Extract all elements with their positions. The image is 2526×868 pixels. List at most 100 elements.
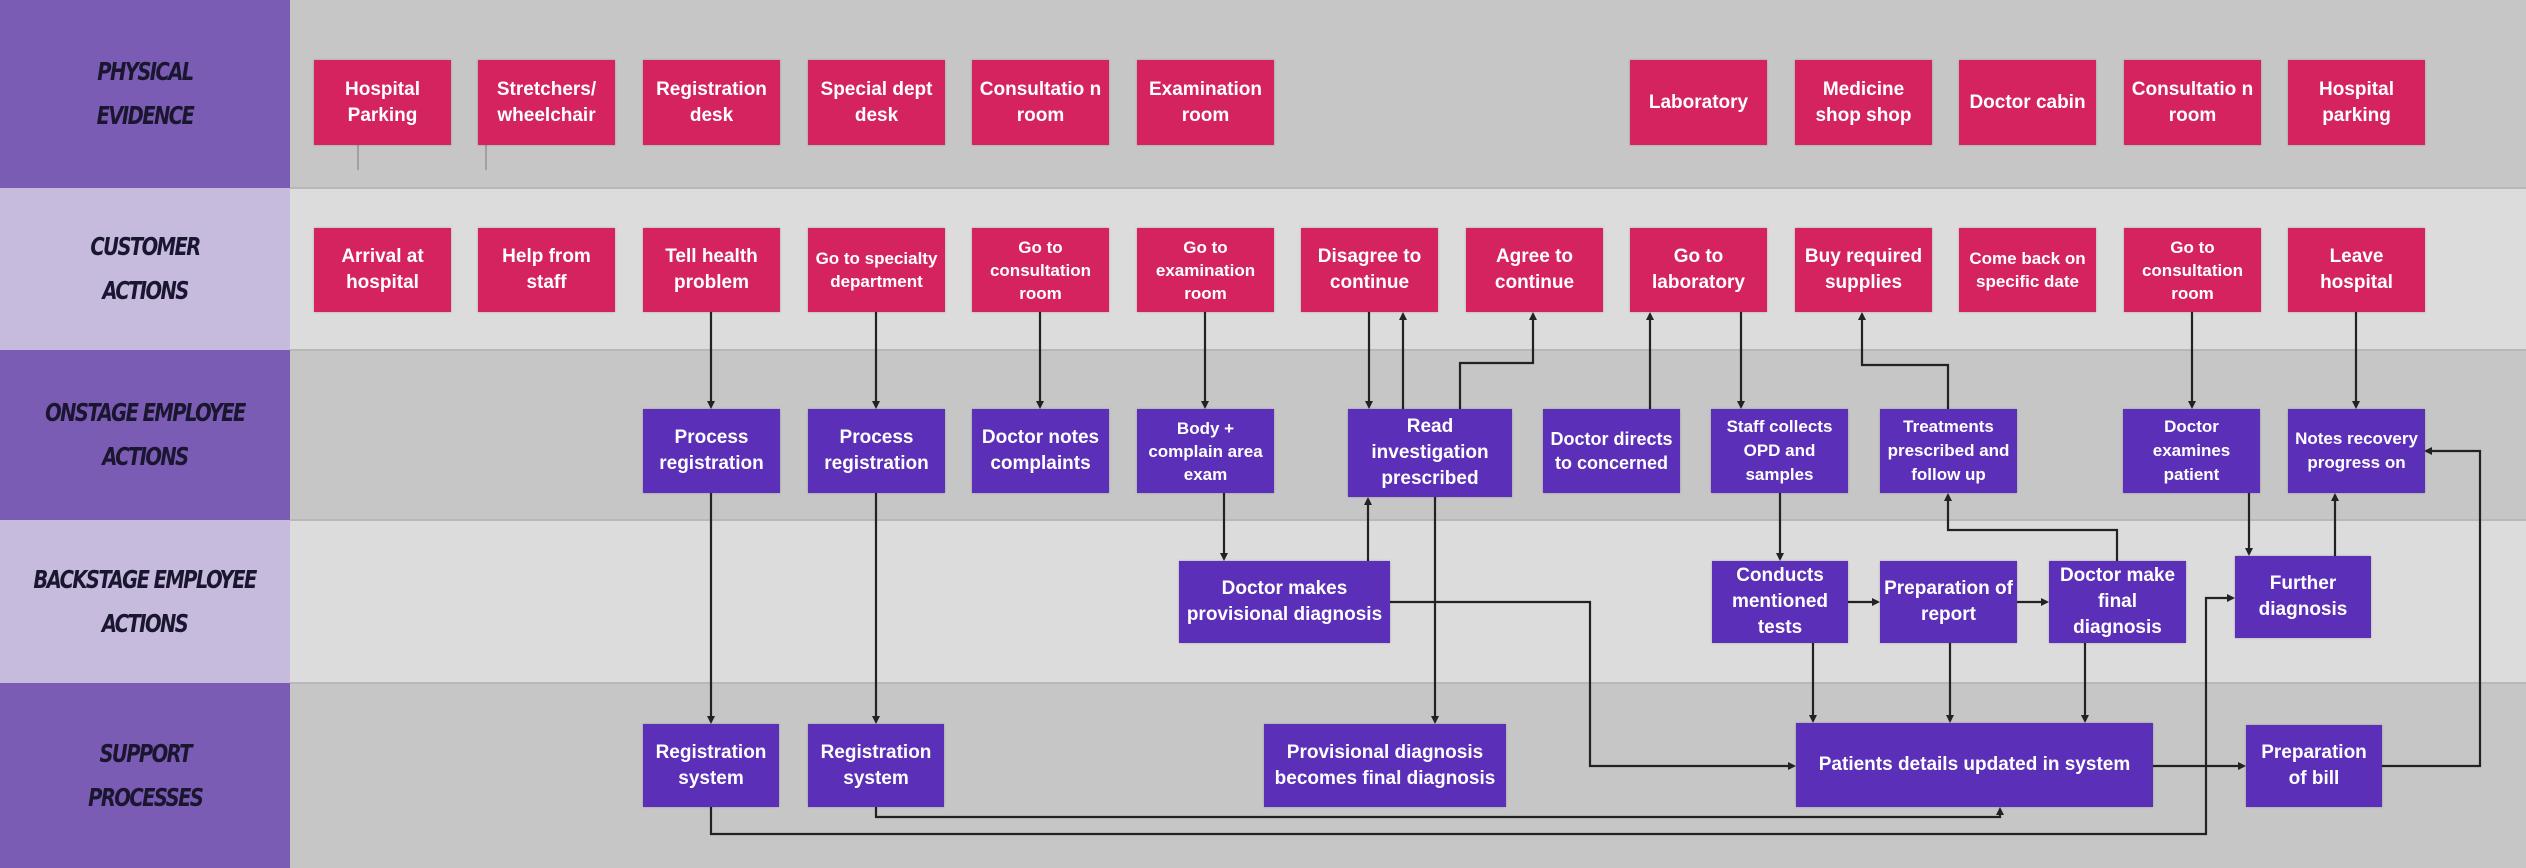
backstage-doctor-final-diagnosis[interactable]: Doctor make final diagnosis [2049, 561, 2186, 643]
box-label: Disagree to continue [1317, 246, 1422, 293]
box-label: Medicine shop shop [1815, 78, 1912, 126]
box-label: Doctor make final diagnosis [2059, 565, 2176, 638]
physical-evidence-doctor-cabin[interactable]: Doctor cabin [1959, 60, 2096, 145]
onstage-treatments-prescribed[interactable]: Treatments prescribed and follow up [1880, 409, 2017, 493]
box-label: Body + complain area exam [1148, 418, 1263, 484]
box-label: Arrival at hospital [341, 246, 424, 293]
support-registration-system-2[interactable]: Registration system [808, 724, 944, 807]
onstage-body-exam[interactable]: Body + complain area exam [1137, 409, 1274, 493]
lane-divider [290, 682, 2526, 684]
support-registration-system[interactable]: Registration system [643, 724, 779, 807]
customer-action-arrival[interactable]: Arrival at hospital [314, 228, 451, 312]
onstage-notes-recovery[interactable]: Notes recovery progress on [2288, 409, 2425, 493]
physical-evidence-registration-desk[interactable]: Registration desk [643, 60, 780, 145]
lane-label-text: Customer Actions [90, 232, 201, 305]
physical-evidence-consultation-room[interactable]: Consultatio n room [972, 60, 1109, 145]
box-label: Tell health problem [665, 246, 758, 293]
lane-label-text: Onstage Employee Actions [45, 398, 246, 471]
lane-label: Backstage Employee Actions [0, 520, 290, 683]
box-label: Notes recovery progress on [2295, 429, 2418, 472]
customer-action-go-to-laboratory[interactable]: Go to laboratory [1630, 228, 1767, 312]
lane-label: Customer Actions [0, 188, 290, 350]
lane-label-text: Physical Evidence [96, 57, 195, 130]
customer-action-go-to-examination[interactable]: Go to examination room [1137, 228, 1274, 312]
lane-background [290, 520, 2526, 683]
onstage-read-investigation[interactable]: Read investigation prescribed [1348, 409, 1512, 497]
box-label: Stretchers/ wheelchair [496, 78, 597, 126]
box-label: Doctor cabin [1969, 91, 2086, 113]
backstage-further-diagnosis[interactable]: Further diagnosis [2235, 556, 2371, 638]
physical-evidence-examination-room[interactable]: Examination room [1137, 60, 1274, 145]
physical-evidence-hospital-parking-2[interactable]: Hospital parking [2288, 60, 2425, 145]
box-label: Staff collects OPD and samples [1726, 417, 1833, 484]
box-label: Doctor notes complaints [981, 427, 1100, 474]
customer-action-go-to-specialty[interactable]: Go to specialty department [808, 228, 945, 312]
onstage-doctor-directs[interactable]: Doctor directs to concerned [1543, 409, 1680, 493]
box-label: Hospital Parking [345, 78, 420, 126]
customer-action-tell-health-problem[interactable]: Tell health problem [643, 228, 780, 312]
backstage-preparation-of-report[interactable]: Preparation of report [1880, 561, 2017, 643]
box-label: Agree to continue [1494, 246, 1575, 293]
onstage-doctor-examines[interactable]: Doctor examines patient [2123, 409, 2260, 493]
box-label: Special dept desk [820, 78, 933, 126]
box-label: Provisional diagnosis becomes final diag… [1274, 741, 1496, 789]
lane-label: Support Processes [0, 683, 290, 868]
box-label: Registration system [655, 741, 767, 789]
lane-divider [290, 519, 2526, 521]
physical-evidence-stretchers[interactable]: Stretchers/ wheelchair [478, 60, 615, 145]
box-label: Conducts mentioned tests [1731, 565, 1829, 638]
customer-action-go-to-consultation-2[interactable]: Go to consultation room [2124, 228, 2261, 312]
box-label: Treatments prescribed and follow up [1887, 417, 2010, 484]
box-label: Doctor examines patient [2152, 417, 2231, 484]
box-label: Read investigation prescribed [1371, 416, 1489, 489]
physical-evidence-medicine-shop[interactable]: Medicine shop shop [1795, 60, 1932, 145]
customer-action-go-to-consultation[interactable]: Go to consultation room [972, 228, 1109, 312]
backstage-conducts-tests[interactable]: Conducts mentioned tests [1712, 561, 1848, 643]
physical-evidence-hospital-parking[interactable]: Hospital Parking [314, 60, 451, 145]
support-provisional-becomes-final[interactable]: Provisional diagnosis becomes final diag… [1264, 724, 1506, 807]
box-label: Help from staff [502, 246, 591, 293]
customer-action-leave-hospital[interactable]: Leave hospital [2288, 228, 2425, 312]
box-label: Leave hospital [2320, 246, 2393, 293]
box-label: Preparation of bill [2261, 742, 2367, 789]
box-label: Doctor makes provisional diagnosis [1186, 578, 1383, 625]
box-label: Hospital parking [2319, 78, 2394, 126]
box-label: Doctor directs to concerned [1550, 429, 1673, 473]
customer-action-help-from-staff[interactable]: Help from staff [478, 228, 615, 312]
lane-label: Physical Evidence [0, 0, 290, 188]
box-label: Buy required supplies [1804, 246, 1923, 293]
physical-evidence-special-dept-desk[interactable]: Special dept desk [808, 60, 945, 145]
support-preparation-of-bill[interactable]: Preparation of bill [2246, 725, 2382, 807]
box-label: Go to consultation room [989, 237, 1092, 303]
box-label: Consultatio n room [979, 78, 1102, 126]
lane-divider [290, 349, 2526, 351]
box-label: Preparation of report [1884, 578, 2013, 625]
lane-label-text: Backstage Employee Actions [33, 564, 258, 638]
onstage-process-registration-2[interactable]: Process registration [808, 409, 945, 493]
box-label: Further diagnosis [2258, 573, 2348, 620]
physical-evidence-laboratory[interactable]: Laboratory [1630, 60, 1767, 145]
box-label: Patients details updated in system [1818, 754, 2131, 775]
onstage-staff-collects[interactable]: Staff collects OPD and samples [1711, 409, 1848, 493]
onstage-process-registration[interactable]: Process registration [643, 409, 780, 493]
box-label: Process registration [824, 427, 929, 474]
customer-action-disagree[interactable]: Disagree to continue [1301, 228, 1438, 312]
physical-evidence-consultation-room-2[interactable]: Consultatio n room [2124, 60, 2261, 145]
onstage-doctor-notes-complaints[interactable]: Doctor notes complaints [972, 409, 1109, 493]
box-label: Laboratory [1648, 91, 1749, 113]
box-label: Go to consultation room [2141, 237, 2244, 303]
box-label: Process registration [659, 427, 764, 474]
box-label: Consultatio n room [2131, 78, 2254, 126]
backstage-doctor-makes-provisional[interactable]: Doctor makes provisional diagnosis [1179, 561, 1390, 643]
customer-action-come-back[interactable]: Come back on specific date [1959, 228, 2096, 312]
customer-action-agree[interactable]: Agree to continue [1466, 228, 1603, 312]
lane-label: Onstage Employee Actions [0, 350, 290, 520]
box-label: Go to laboratory [1652, 246, 1745, 293]
support-patients-details-updated[interactable]: Patients details updated in system [1796, 723, 2153, 807]
box-label: Go to examination room [1155, 237, 1256, 303]
lane-label-text: Support Processes [87, 738, 204, 812]
box-label: Examination room [1149, 78, 1262, 126]
box-label: Go to specialty department [815, 249, 938, 291]
customer-action-buy-supplies[interactable]: Buy required supplies [1795, 228, 1932, 312]
lane-divider [290, 187, 2526, 189]
